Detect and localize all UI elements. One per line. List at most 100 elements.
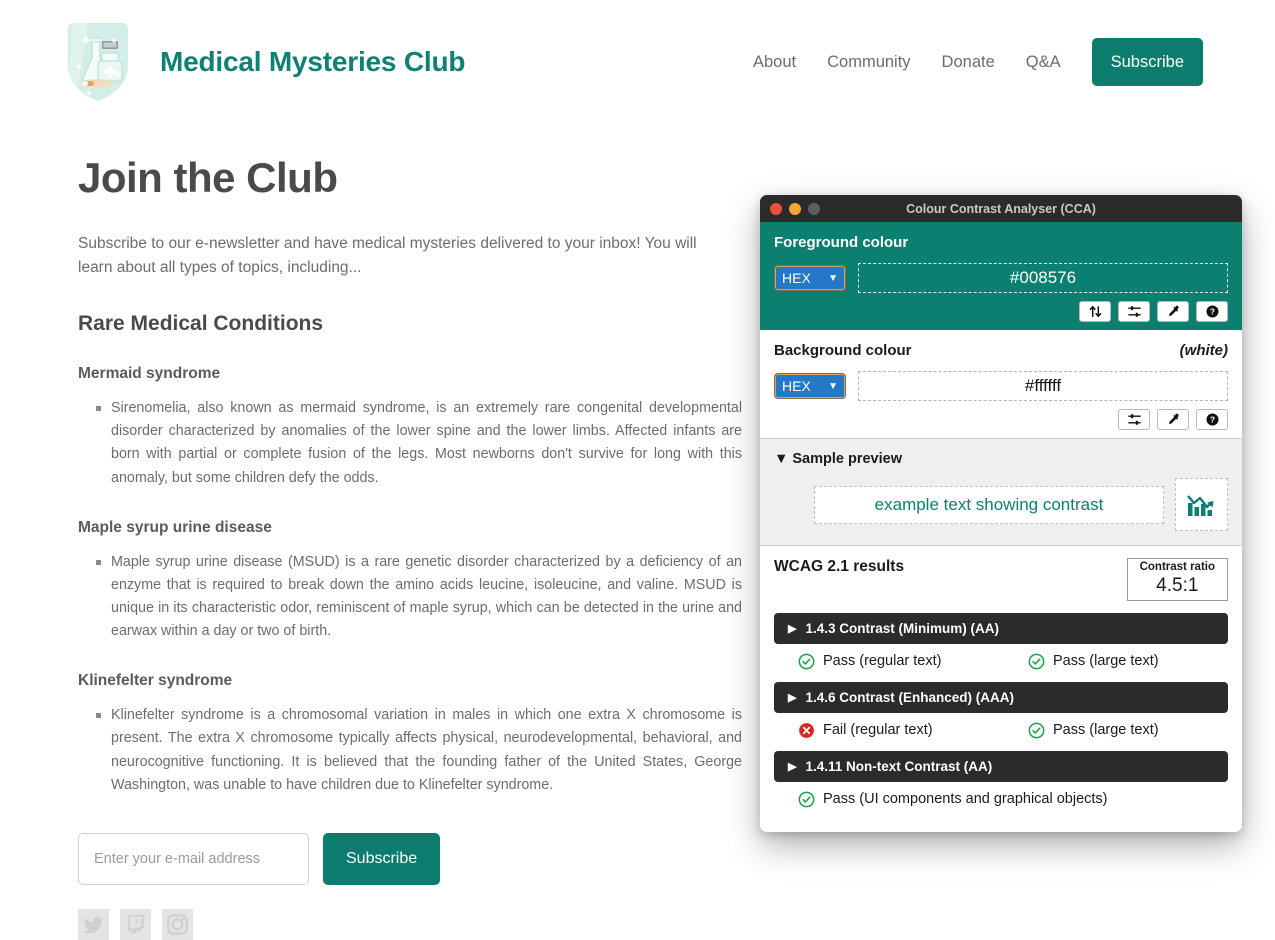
- pass-icon: [798, 791, 815, 808]
- sample-preview-panel: ▼ Sample preview example text showing co…: [760, 439, 1242, 546]
- result-label: Pass (UI components and graphical object…: [823, 791, 1108, 808]
- criterion-146-results: Fail (regular text) Pass (large text): [774, 722, 1228, 739]
- sliders-icon[interactable]: [1118, 301, 1150, 322]
- criterion-143-title: 1.4.3 Contrast (Minimum) (AA): [805, 620, 999, 636]
- list-item: Klinefelter syndrome is a chromosomal va…: [96, 704, 742, 797]
- triangle-right-icon: ▶: [788, 760, 797, 773]
- subscribe-submit-button[interactable]: Subscribe: [323, 832, 441, 885]
- background-panel: Background colour (white) HEX ▼ #ffffff …: [760, 330, 1242, 439]
- eyedropper-icon[interactable]: [1157, 409, 1189, 430]
- foreground-toolbar: ?: [774, 301, 1228, 322]
- svg-text:?: ?: [1209, 307, 1214, 317]
- brand-title: Medical Mysteries Club: [160, 46, 466, 77]
- triangle-right-icon: ▶: [788, 691, 797, 704]
- minimize-window-button[interactable]: [789, 202, 801, 215]
- triangle-down-icon: ▼: [774, 451, 789, 467]
- background-label: Background colour: [774, 342, 912, 359]
- fail-icon: [798, 722, 815, 739]
- criterion-1411-bar[interactable]: ▶ 1.4.11 Non-text Contrast (AA): [774, 750, 1228, 782]
- close-window-button[interactable]: [770, 202, 782, 215]
- criterion-143-results: Pass (regular text) Pass (large text): [774, 653, 1228, 670]
- main-nav: About Community Donate Q&A Subscribe: [753, 38, 1203, 86]
- list-item: Sirenomelia, also known as mermaid syndr…: [96, 397, 742, 490]
- window-controls: [770, 202, 820, 215]
- condition-list-mermaid: Sirenomelia, also known as mermaid syndr…: [78, 397, 760, 490]
- result-label: Pass (regular text): [823, 653, 942, 670]
- cca-window: Colour Contrast Analyser (CCA) Foregroun…: [760, 195, 1242, 832]
- site-header: Medical Mysteries Club About Community D…: [0, 0, 1275, 124]
- condition-heading-msud: Maple syrup urine disease: [78, 518, 272, 536]
- background-colour-input[interactable]: #ffffff: [858, 371, 1228, 401]
- nav-item-donate[interactable]: Donate: [942, 53, 995, 72]
- pass-icon: [798, 653, 815, 670]
- twitch-icon[interactable]: [120, 908, 151, 940]
- background-row: HEX ▼ #ffffff: [774, 371, 1228, 401]
- wcag-results-panel: WCAG 2.1 results Contrast ratio 4.5:1 ▶ …: [760, 546, 1242, 822]
- nav-item-qa[interactable]: Q&A: [1026, 53, 1061, 72]
- sample-preview-row: example text showing contrast: [814, 478, 1228, 531]
- twitter-icon[interactable]: [78, 908, 109, 940]
- contrast-ratio-label: Contrast ratio: [1139, 561, 1215, 573]
- contrast-ratio-box: Contrast ratio 4.5:1: [1126, 558, 1228, 601]
- result-label: Pass (large text): [1053, 722, 1159, 739]
- criterion-1411-results: Pass (UI components and graphical object…: [774, 791, 1228, 808]
- cca-titlebar[interactable]: Colour Contrast Analyser (CCA): [760, 195, 1242, 222]
- criterion-1411-title: 1.4.11 Non-text Contrast (AA): [805, 758, 993, 774]
- criterion-146-bar[interactable]: ▶ 1.4.6 Contrast (Enhanced) (AAA): [774, 681, 1228, 713]
- contrast-ratio-value: 4.5:1: [1156, 574, 1199, 596]
- foreground-label: Foreground colour: [774, 234, 909, 251]
- nav-item-community[interactable]: Community: [827, 53, 910, 72]
- condition-list-klinefelter: Klinefelter syndrome is a chromosomal va…: [78, 704, 760, 797]
- foreground-colour-input[interactable]: #008576: [858, 263, 1228, 293]
- condition-heading-klinefelter: Klinefelter syndrome: [78, 672, 233, 690]
- result-regular-text: Fail (regular text): [798, 722, 1028, 739]
- background-format-select[interactable]: HEX ▼: [774, 373, 846, 399]
- medical-shield-logo-icon: [62, 19, 134, 105]
- brand[interactable]: Medical Mysteries Club: [62, 19, 465, 105]
- svg-text:?: ?: [1209, 415, 1214, 425]
- page-title: Join the Club: [78, 154, 338, 201]
- foreground-format-select[interactable]: HEX ▼: [774, 265, 846, 291]
- help-icon[interactable]: ?: [1196, 409, 1228, 430]
- sample-text: example text showing contrast: [814, 485, 1164, 524]
- sliders-icon[interactable]: [1118, 409, 1150, 430]
- pass-icon: [1028, 653, 1045, 670]
- result-large-text: Pass (large text): [1028, 653, 1159, 670]
- background-colour-note: (white): [1179, 342, 1228, 359]
- signup-form: Subscribe: [78, 832, 760, 885]
- condition-list-msud: Maple syrup urine disease (MSUD) is a ra…: [78, 551, 760, 644]
- foreground-row: HEX ▼ #008576: [774, 263, 1228, 293]
- chevron-down-icon: ▼: [828, 272, 838, 284]
- instagram-icon[interactable]: [162, 908, 193, 940]
- result-regular-text: Pass (regular text): [798, 653, 1028, 670]
- background-format-value: HEX: [782, 378, 811, 394]
- swap-colours-icon[interactable]: [1079, 301, 1111, 322]
- sample-preview-label: Sample preview: [792, 451, 902, 467]
- result-label: Pass (large text): [1053, 653, 1159, 670]
- triangle-right-icon: ▶: [788, 622, 797, 635]
- criterion-146-title: 1.4.6 Contrast (Enhanced) (AAA): [805, 689, 1014, 705]
- email-field[interactable]: [78, 832, 309, 885]
- eyedropper-icon[interactable]: [1157, 301, 1189, 322]
- pass-icon: [1028, 722, 1045, 739]
- bar-chart-declining-icon: [1175, 478, 1228, 531]
- result-large-text: Pass (large text): [1028, 722, 1159, 739]
- window-title: Colour Contrast Analyser (CCA): [906, 201, 1096, 216]
- list-item: Maple syrup urine disease (MSUD) is a ra…: [96, 551, 742, 644]
- zoom-window-button[interactable]: [808, 202, 820, 215]
- chevron-down-icon: ▼: [828, 380, 838, 392]
- foreground-format-value: HEX: [782, 270, 811, 286]
- sample-preview-disclosure[interactable]: ▼ Sample preview: [774, 451, 1228, 467]
- help-icon[interactable]: ?: [1196, 301, 1228, 322]
- result-ui-components: Pass (UI components and graphical object…: [798, 791, 1108, 808]
- criterion-143-bar[interactable]: ▶ 1.4.3 Contrast (Minimum) (AA): [774, 612, 1228, 644]
- nav-item-about[interactable]: About: [753, 53, 796, 72]
- section-heading: Rare Medical Conditions: [78, 312, 324, 336]
- wcag-results-title: WCAG 2.1 results: [774, 558, 905, 575]
- background-toolbar: ?: [774, 409, 1228, 430]
- subscribe-nav-button[interactable]: Subscribe: [1091, 38, 1203, 86]
- social-links: [78, 908, 760, 940]
- main-content: Join the Club Subscribe to our e-newslet…: [0, 124, 760, 940]
- condition-heading-mermaid: Mermaid syndrome: [78, 365, 221, 383]
- foreground-panel: Foreground colour HEX ▼ #008576 ?: [760, 222, 1242, 330]
